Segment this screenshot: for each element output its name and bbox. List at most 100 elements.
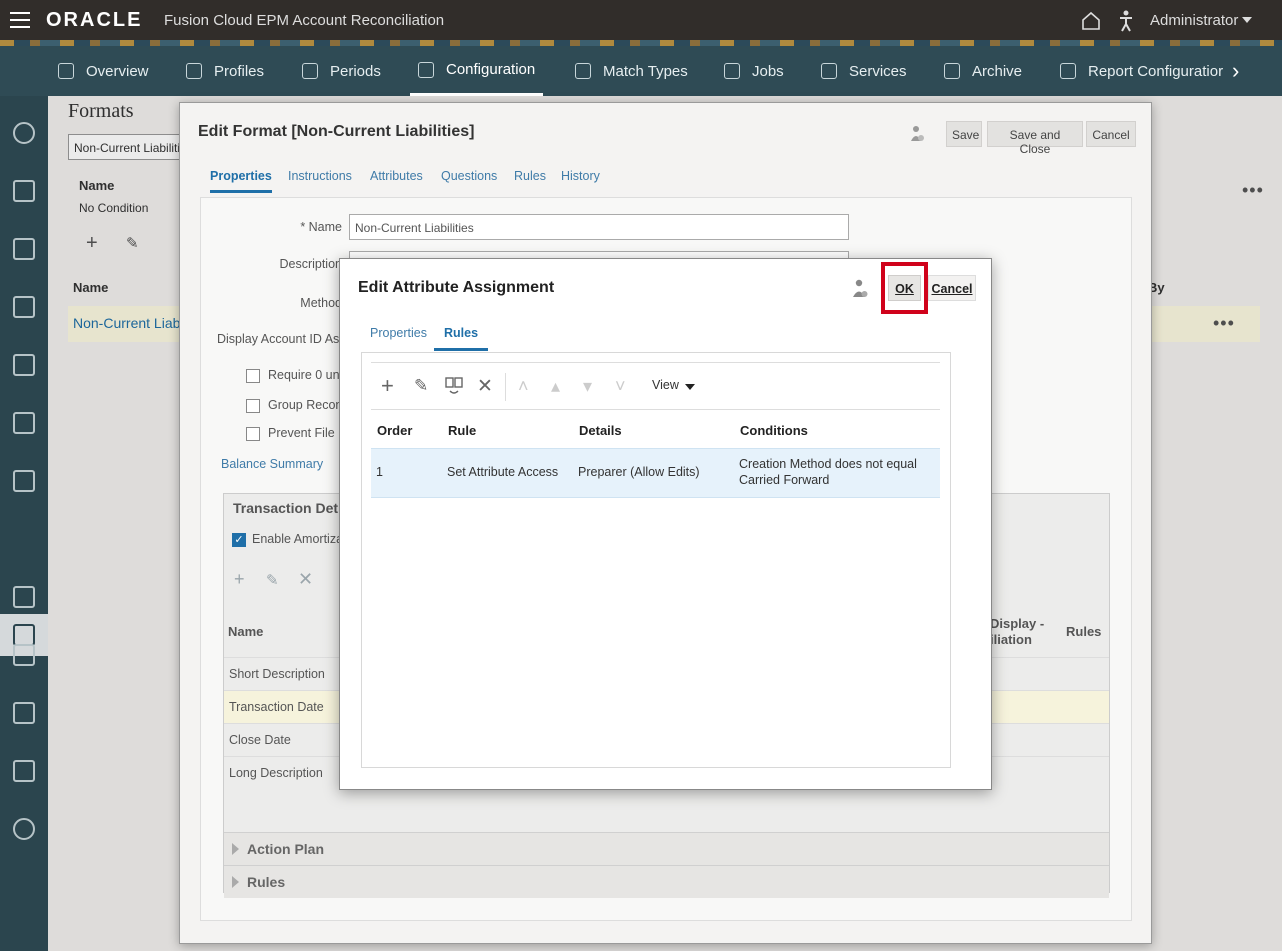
cell-rule: Set Attribute Access <box>447 465 559 479</box>
enable-amortization-label: Enable Amortiza <box>252 532 344 546</box>
column-header-display-line-1: Display - <box>990 616 1045 631</box>
nav-label: Profiles <box>214 62 265 80</box>
cell-details: Preparer (Allow Edits) <box>578 465 700 479</box>
tab-balance-summary[interactable]: Balance Summary <box>221 457 323 471</box>
action-plan-section[interactable]: Action Plan <box>224 832 1109 865</box>
nav-periods[interactable]: Periods <box>302 46 381 96</box>
delete-icon[interactable]: ✕ <box>298 569 313 590</box>
chevron-down-icon[interactable] <box>1242 17 1252 23</box>
tab-properties[interactable]: Properties <box>370 326 427 340</box>
user-menu[interactable]: Administrator <box>1150 12 1238 29</box>
enable-amortization-checkbox[interactable]: ✓ <box>232 533 246 547</box>
accessibility-icon[interactable] <box>1118 10 1134 32</box>
checkbox[interactable] <box>246 369 260 383</box>
section-label: Action Plan <box>247 841 325 857</box>
nav-label: Periods <box>330 62 381 80</box>
tab-rules[interactable]: Rules <box>434 326 489 351</box>
nav-services[interactable]: Services <box>821 46 907 96</box>
toolbar-separator <box>505 373 506 401</box>
report-icon <box>1060 63 1076 79</box>
display-account-label: Display Account ID As <box>217 332 340 346</box>
add-icon[interactable]: + <box>234 569 245 590</box>
tab-rules[interactable]: Rules <box>514 169 546 183</box>
tab-instructions[interactable]: Instructions <box>288 169 352 183</box>
dialog-title: Edit Attribute Assignment <box>358 279 555 296</box>
edit-icon[interactable]: ✎ <box>414 376 428 396</box>
nav-archive[interactable]: Archive <box>944 46 1022 96</box>
cancel-label: Cancel <box>931 282 973 296</box>
column-header-display: Display - iliation <box>990 616 1044 648</box>
add-icon[interactable]: + <box>381 373 394 399</box>
move-bottom-icon[interactable]: ˅ <box>615 376 626 397</box>
app-title: Fusion Cloud EPM Account Reconciliation <box>164 12 445 29</box>
rules-panel <box>361 352 951 768</box>
cell-conditions: Creation Method does not equal Carried Fo… <box>739 456 917 488</box>
move-up-icon[interactable]: ▴ <box>551 376 560 397</box>
cell-conditions-line-2: Carried Forward <box>739 473 830 487</box>
duplicate-icon[interactable] <box>445 377 463 395</box>
chevron-right-icon[interactable]: › <box>1232 58 1239 84</box>
nav-label: Overview <box>86 62 149 80</box>
cube-icon <box>58 63 74 79</box>
nav-label: Report Configuratior <box>1088 62 1224 80</box>
ok-button[interactable]: OK <box>888 275 921 301</box>
help-user-icon[interactable] <box>910 125 924 143</box>
nav-label: Configuration <box>446 61 536 78</box>
nav-configuration[interactable]: Configuration <box>410 46 544 96</box>
oracle-logo: ORACLE <box>46 9 143 31</box>
nav-report-configuration[interactable]: Report Configuratior <box>1060 46 1223 96</box>
cell-order: 1 <box>376 465 383 479</box>
sliders-icon <box>302 63 318 79</box>
document-search-icon <box>575 63 591 79</box>
checkbox-label: Group Recon <box>268 398 343 412</box>
rules-section[interactable]: Rules <box>224 865 1109 898</box>
nav-overview[interactable]: Overview <box>58 46 149 96</box>
home-icon[interactable] <box>1080 10 1102 32</box>
app-header: ORACLE Fusion Cloud EPM Account Reconcil… <box>0 0 1282 46</box>
tab-questions[interactable]: Questions <box>441 169 497 183</box>
nav-label: Archive <box>972 62 1023 80</box>
cancel-button[interactable]: Cancel <box>928 275 976 301</box>
clipboard-icon <box>724 63 740 79</box>
save-and-close-button[interactable]: Save and Close <box>987 121 1083 156</box>
rules-toolbar: + ✎ ✕ ˄ ▴ ▾ ˅ View <box>371 362 940 410</box>
column-header-rules: Rules <box>1066 624 1102 639</box>
main-navigation: Overview Profiles Periods Configuration … <box>0 46 1282 96</box>
edit-icon[interactable]: ✎ <box>266 571 279 589</box>
edit-attribute-assignment-dialog: Edit Attribute Assignment OK Cancel Prop… <box>339 258 992 790</box>
save-button[interactable]: Save <box>946 121 982 147</box>
checkbox[interactable] <box>246 427 260 441</box>
tab-properties[interactable]: Properties <box>210 169 272 193</box>
move-down-icon[interactable]: ▾ <box>583 376 592 397</box>
nav-profiles[interactable]: Profiles <box>186 46 264 96</box>
column-header-name: Name <box>228 624 264 639</box>
tab-history[interactable]: History <box>561 169 600 183</box>
expand-triangle-icon <box>232 843 239 855</box>
table-row[interactable]: 1 Set Attribute Access Preparer (Allow E… <box>371 448 940 498</box>
section-label: Rules <box>247 874 286 890</box>
nav-match-types[interactable]: Match Types <box>575 46 688 96</box>
description-field-label: Description <box>279 257 342 271</box>
location-icon <box>944 63 960 79</box>
checkbox[interactable] <box>246 399 260 413</box>
move-top-icon[interactable]: ˄ <box>518 376 529 397</box>
cell-conditions-line-1: Creation Method does not equal <box>739 457 917 471</box>
nav-label: Services <box>849 62 907 80</box>
expand-triangle-icon <box>232 876 239 888</box>
cancel-button[interactable]: Cancel <box>1086 121 1136 147</box>
nav-label: Jobs <box>752 62 784 80</box>
nav-jobs[interactable]: Jobs <box>724 46 784 96</box>
name-field[interactable]: Non-Current Liabilities <box>349 214 849 240</box>
delete-icon[interactable]: ✕ <box>477 375 493 398</box>
camera-icon <box>821 63 837 79</box>
dialog-title: Edit Format [Non-Current Liabilities] <box>198 123 475 140</box>
hamburger-menu-icon[interactable] <box>10 12 30 28</box>
column-header-order: Order <box>377 423 413 438</box>
view-menu[interactable]: View <box>652 378 695 392</box>
clipboard-icon <box>186 63 202 79</box>
column-header-details: Details <box>579 423 622 438</box>
tab-attributes[interactable]: Attributes <box>370 169 423 183</box>
help-user-icon[interactable] <box>852 279 868 299</box>
nav-label: Match Types <box>603 62 688 80</box>
section-title: Transaction Det <box>233 500 339 516</box>
